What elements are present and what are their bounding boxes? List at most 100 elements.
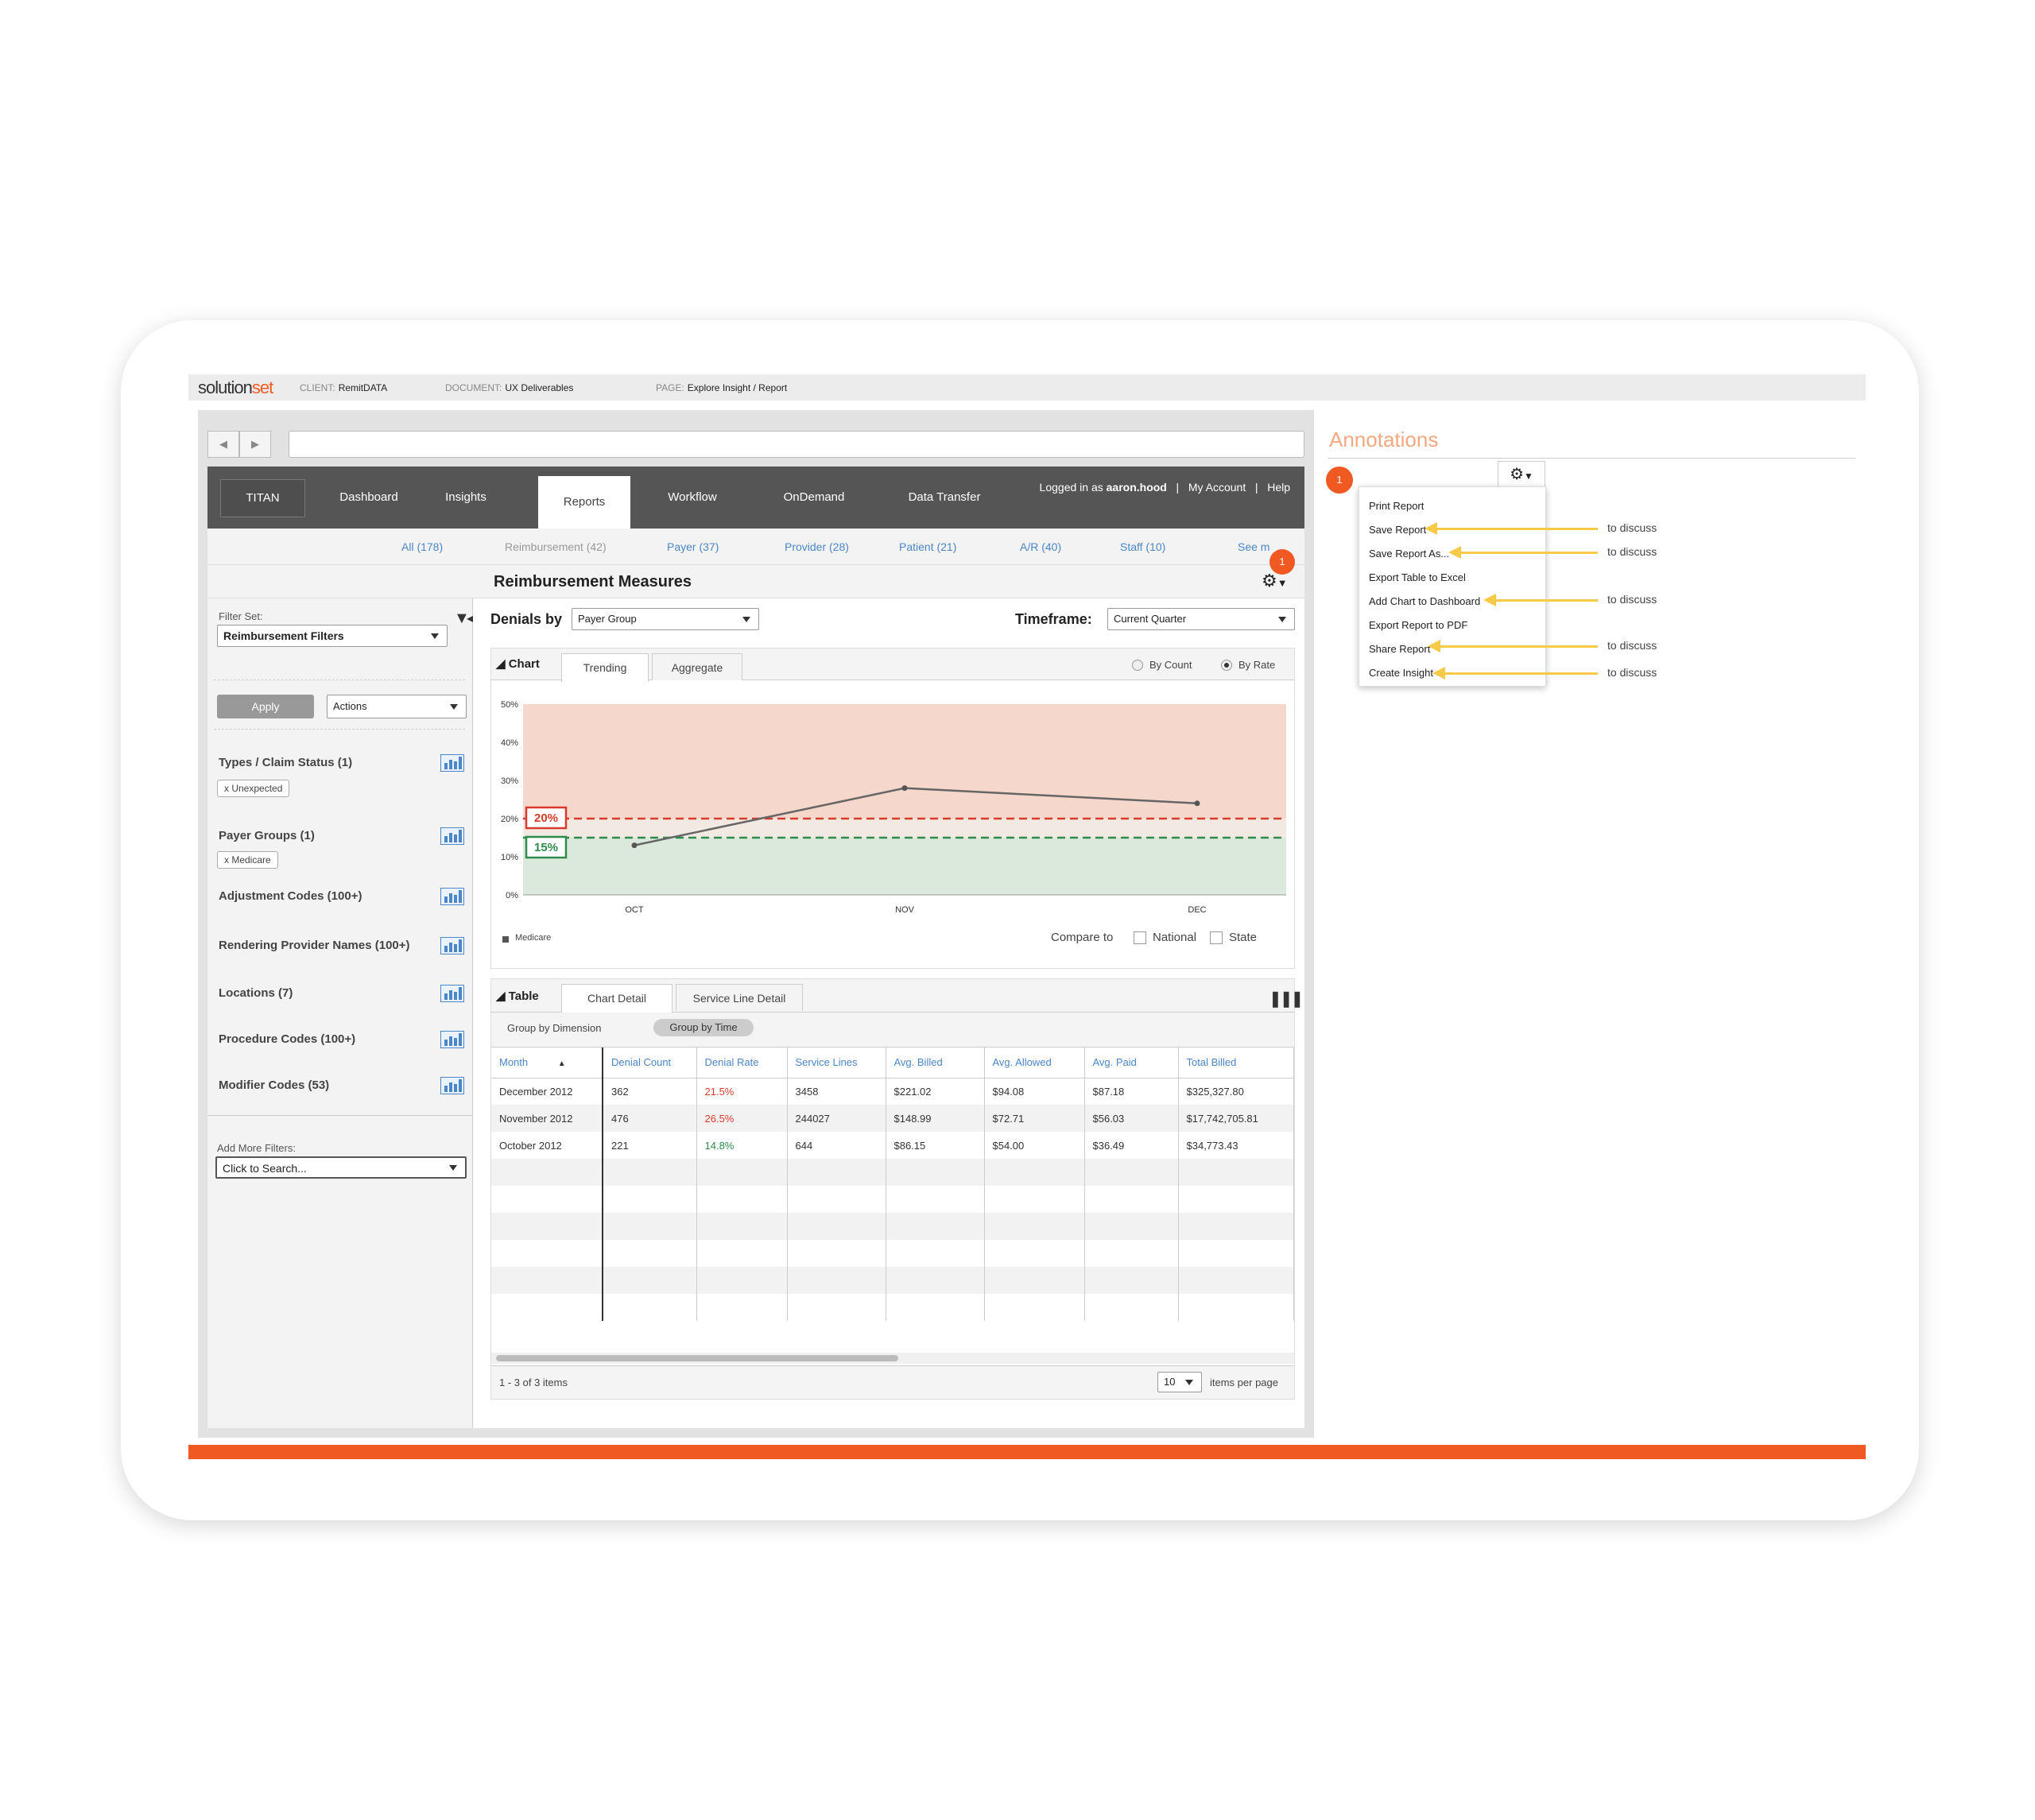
bar-chart-icon[interactable] xyxy=(440,1077,464,1094)
filter-group-payer[interactable]: Payer Groups (1) xyxy=(219,829,315,842)
filter-set-label: Filter Set: xyxy=(219,610,263,622)
menu-add-chart-dashboard[interactable]: Add Chart to Dashboard xyxy=(1369,595,1480,607)
per-page-select[interactable]: 10 xyxy=(1157,1372,1202,1392)
table-panel-title[interactable]: ◢ Table xyxy=(496,989,539,1003)
nav-workflow[interactable]: Workflow xyxy=(653,467,732,529)
callout-arrow xyxy=(1432,667,1598,680)
menu-share-report[interactable]: Share Report xyxy=(1369,643,1430,655)
filter-group-modifier[interactable]: Modifier Codes (53) xyxy=(219,1078,329,1092)
table-row[interactable] xyxy=(491,1159,1294,1186)
group-by-dimension[interactable]: Group by Dimension xyxy=(507,1022,602,1034)
back-button[interactable]: ◀ xyxy=(207,431,239,458)
tab-service-line-detail[interactable]: Service Line Detail xyxy=(676,984,803,1011)
bar-chart-icon[interactable] xyxy=(440,888,464,905)
col-denial-count[interactable]: Denial Count xyxy=(603,1047,697,1078)
cell-month: October 2012 xyxy=(491,1132,603,1159)
category-reimbursement[interactable]: Reimbursement (42) xyxy=(505,540,607,553)
national-checkbox[interactable] xyxy=(1134,931,1146,944)
annotation-number: 1 xyxy=(1326,467,1353,494)
menu-export-excel[interactable]: Export Table to Excel xyxy=(1369,571,1466,583)
horizontal-scrollbar[interactable] xyxy=(491,1353,1294,1364)
table-row[interactable]: October 2012 221 14.8% 644 $86.15 $54.00 $36.4… xyxy=(491,1132,1294,1159)
table-row[interactable] xyxy=(491,1267,1294,1294)
apply-button[interactable]: Apply xyxy=(217,695,314,718)
col-avg-paid[interactable]: Avg. Paid xyxy=(1084,1047,1179,1078)
lower-band xyxy=(523,838,1286,895)
state-checkbox[interactable] xyxy=(1210,931,1223,944)
nav-ondemand[interactable]: OnDemand xyxy=(770,467,858,529)
filter-chip-unexpected[interactable]: x Unexpected xyxy=(217,780,290,797)
titan-logo-button[interactable]: TITAN xyxy=(220,479,305,517)
cell-avg-billed xyxy=(886,1240,985,1267)
filter-set-select[interactable]: Reimbursement Filters xyxy=(217,625,448,647)
y-tick-label: 10% xyxy=(501,853,518,862)
table-row[interactable] xyxy=(491,1240,1294,1267)
menu-save-report[interactable]: Save Report xyxy=(1369,524,1426,536)
col-total-billed[interactable]: Total Billed xyxy=(1178,1047,1294,1078)
tab-aggregate[interactable]: Aggregate xyxy=(652,653,742,680)
filter-search-input[interactable]: Click to Search... xyxy=(215,1156,467,1179)
col-avg-billed[interactable]: Avg. Billed xyxy=(886,1047,985,1078)
timeframe-select[interactable]: Current Quarter xyxy=(1107,608,1295,630)
annotations-title: Annotations xyxy=(1329,428,1439,451)
cell-avg-billed: $148.99 xyxy=(886,1105,985,1132)
by-rate-radio[interactable] xyxy=(1221,660,1232,671)
bar-chart-icon[interactable] xyxy=(440,754,464,772)
filter-group-locations[interactable]: Locations (7) xyxy=(219,986,293,1000)
menu-print-report[interactable]: Print Report xyxy=(1369,500,1424,512)
actions-value: Actions xyxy=(333,700,367,712)
tab-chart-detail[interactable]: Chart Detail xyxy=(561,984,673,1013)
filter-chip-medicare[interactable]: x Medicare xyxy=(217,851,278,869)
col-service-lines[interactable]: Service Lines xyxy=(787,1047,886,1078)
col-avg-allowed[interactable]: Avg. Allowed xyxy=(984,1047,1085,1078)
columns-icon[interactable]: ❚❚❚ xyxy=(1269,989,1304,1009)
menu-save-report-as[interactable]: Save Report As... xyxy=(1369,548,1449,560)
annotation-badge: 1 xyxy=(1269,549,1295,575)
filter-group-procedure[interactable]: Procedure Codes (100+) xyxy=(219,1032,355,1046)
group-by-time[interactable]: Group by Time xyxy=(653,1019,754,1036)
nav-insights[interactable]: Insights xyxy=(430,467,502,529)
denials-by-select[interactable]: Payer Group xyxy=(572,608,759,630)
my-account-link[interactable]: My Account xyxy=(1188,481,1246,494)
tab-trending[interactable]: Trending xyxy=(561,653,649,682)
forward-button[interactable]: ▶ xyxy=(239,431,271,458)
category-see-more[interactable]: See m xyxy=(1238,540,1269,553)
category-staff[interactable]: Staff (10) xyxy=(1120,540,1165,553)
col-denial-rate[interactable]: Denial Rate xyxy=(696,1047,788,1078)
filter-group-types[interactable]: Types / Claim Status (1) xyxy=(219,756,352,769)
table-row[interactable] xyxy=(491,1294,1294,1321)
bar-chart-icon[interactable] xyxy=(440,827,464,845)
category-provider[interactable]: Provider (28) xyxy=(785,540,849,553)
category-all[interactable]: All (178) xyxy=(401,540,443,553)
cell-avg-allowed xyxy=(984,1267,1085,1294)
table-row[interactable]: November 2012 476 26.5% 244027 $148.99 $72.71… xyxy=(491,1105,1294,1132)
cell-service-lines: 3458 xyxy=(787,1078,886,1105)
url-bar[interactable] xyxy=(289,431,1304,458)
sort-up-icon[interactable]: ▲ xyxy=(558,1059,566,1068)
nav-dashboard[interactable]: Dashboard xyxy=(325,467,413,529)
table-row[interactable] xyxy=(491,1213,1294,1240)
bar-chart-icon[interactable] xyxy=(440,1031,464,1048)
category-payer[interactable]: Payer (37) xyxy=(667,540,719,553)
col-month[interactable]: Month ▲ xyxy=(491,1047,603,1078)
by-count-radio[interactable] xyxy=(1132,660,1143,671)
filter-group-adjustment[interactable]: Adjustment Codes (100+) xyxy=(219,889,362,903)
x-tick-label: OCT xyxy=(625,905,644,915)
table-row[interactable] xyxy=(491,1186,1294,1213)
nav-data-transfer[interactable]: Data Transfer xyxy=(893,467,996,529)
category-ar[interactable]: A/R (40) xyxy=(1020,540,1061,553)
menu-export-pdf[interactable]: Export Report to PDF xyxy=(1369,619,1467,631)
bar-chart-icon[interactable] xyxy=(440,985,464,1002)
actions-select[interactable]: Actions xyxy=(327,695,467,718)
bar-chart-icon[interactable] xyxy=(440,937,464,955)
per-page-value: 10 xyxy=(1164,1376,1176,1388)
menu-create-insight[interactable]: Create Insight xyxy=(1369,667,1433,679)
filter-group-rendering-provider[interactable]: Rendering Provider Names (100+) xyxy=(219,939,410,952)
nav-reports[interactable]: Reports xyxy=(538,476,630,529)
chart-panel-title[interactable]: ◢ Chart xyxy=(496,656,540,671)
category-patient[interactable]: Patient (21) xyxy=(899,540,956,553)
scrollbar-thumb[interactable] xyxy=(496,1355,898,1361)
gear-icon[interactable]: ⚙▼ xyxy=(1498,461,1545,488)
table-row[interactable]: December 2012 362 21.5% 3458 $221.02 $94.08 $8… xyxy=(491,1078,1294,1105)
help-link[interactable]: Help xyxy=(1267,481,1290,494)
